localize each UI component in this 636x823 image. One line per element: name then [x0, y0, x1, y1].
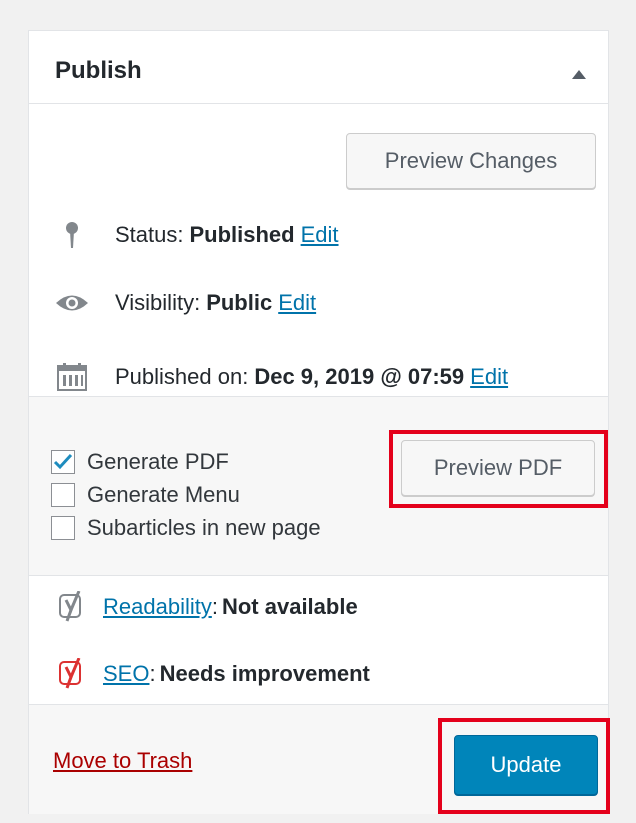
subarticles-option[interactable]: Subarticles in new page: [51, 515, 321, 541]
preview-changes-button[interactable]: Preview Changes: [346, 133, 596, 189]
visibility-row: Visibility: Public Edit: [53, 284, 316, 322]
generate-pdf-option[interactable]: Generate PDF: [51, 449, 229, 475]
published-row: Published on: Dec 9, 2019 @ 07:59 Edit: [53, 358, 508, 396]
status-row: Status: Published Edit: [53, 216, 339, 254]
status-label: Status:: [115, 222, 184, 247]
seo-sep: :: [149, 661, 156, 686]
generate-pdf-checkbox[interactable]: [51, 450, 75, 474]
triangle-up-icon[interactable]: [572, 70, 586, 79]
subarticles-label: Subarticles in new page: [87, 515, 321, 540]
status-value: Published: [189, 222, 295, 247]
seo-value: Needs improvement: [159, 661, 370, 686]
visibility-edit-link[interactable]: Edit: [278, 290, 316, 316]
publish-footer: Move to Trash Update: [29, 704, 610, 814]
readability-row: Readability: Not available: [53, 588, 358, 626]
generate-menu-checkbox[interactable]: [51, 483, 75, 507]
calendar-icon: [53, 358, 91, 396]
generate-menu-option[interactable]: Generate Menu: [51, 482, 240, 508]
visibility-label: Visibility:: [115, 290, 201, 315]
yoast-grey-icon: [53, 588, 91, 626]
subarticles-checkbox[interactable]: [51, 516, 75, 540]
panel-header[interactable]: Publish: [29, 31, 608, 104]
seo-link[interactable]: SEO: [103, 661, 149, 686]
readability-sep: :: [211, 594, 218, 619]
published-edit-link[interactable]: Edit: [470, 364, 508, 390]
readability-link[interactable]: Readability: [103, 594, 212, 619]
readability-value: Not available: [221, 594, 358, 619]
pin-icon: [53, 216, 91, 254]
pdf-options-section: Generate PDF Generate Menu Subarticles i…: [29, 396, 608, 576]
status-edit-link[interactable]: Edit: [301, 222, 339, 248]
update-highlight: [438, 718, 610, 814]
published-value: Dec 9, 2019 @ 07:59: [254, 364, 465, 389]
panel-title: Publish: [55, 57, 142, 84]
seo-row: SEO: Needs improvement: [53, 655, 370, 693]
eye-icon: [53, 284, 91, 322]
preview-pdf-highlight: [389, 430, 608, 508]
visibility-value: Public: [206, 290, 273, 315]
yoast-red-icon: [53, 655, 91, 693]
move-to-trash-link[interactable]: Move to Trash: [53, 748, 192, 774]
publish-panel: Publish Preview Changes Status: Publishe…: [28, 30, 610, 814]
generate-menu-label: Generate Menu: [87, 482, 240, 507]
generate-pdf-label: Generate PDF: [87, 449, 229, 474]
published-label: Published on:: [115, 364, 249, 389]
